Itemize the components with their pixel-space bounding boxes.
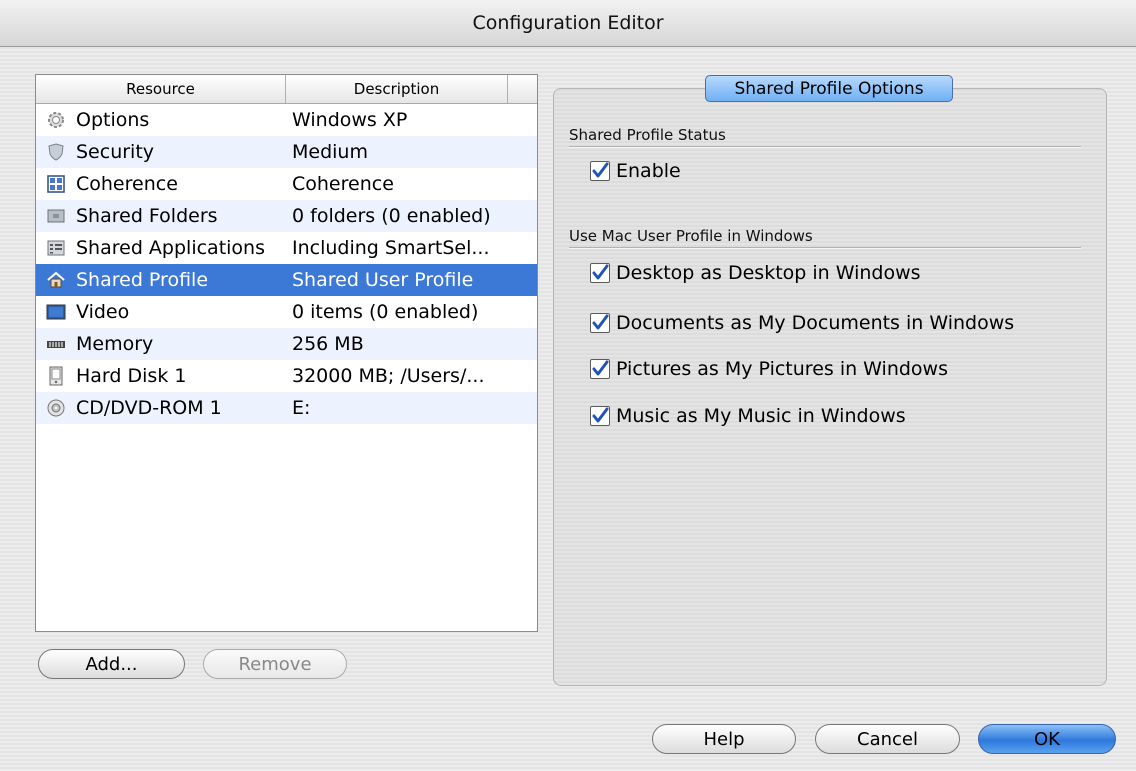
table-row-shared-folders[interactable]: Shared Folders 0 folders (0 enabled) <box>36 200 537 232</box>
row-resource-cell: Shared Profile <box>36 269 286 291</box>
row-resource-cell: Video <box>36 301 286 323</box>
table-body: Options Windows XP Security Medium Coher… <box>36 104 537 424</box>
row-description: 256 MB <box>292 333 364 355</box>
checkmark-icon <box>590 161 610 181</box>
row-resource-cell: CD/DVD-ROM 1 <box>36 397 286 419</box>
table-row-shared-profile[interactable]: Shared Profile Shared User Profile <box>36 264 537 296</box>
checkmark-icon <box>590 406 610 426</box>
documents-label: Documents as My Documents in Windows <box>616 312 1015 334</box>
row-resource-cell: Shared Applications <box>36 237 286 259</box>
row-resource-label: Shared Profile <box>76 269 209 291</box>
column-header-resource[interactable]: Resource <box>36 75 286 103</box>
table-row-shared-applications[interactable]: Shared Applications Including SmartSel..… <box>36 232 537 264</box>
row-description: E: <box>292 397 311 419</box>
row-resource-cell: Shared Folders <box>36 205 286 227</box>
hard-disk-icon <box>46 366 66 386</box>
table-row-options[interactable]: Options Windows XP <box>36 104 537 136</box>
row-description: Windows XP <box>292 109 408 131</box>
table-row-coherence[interactable]: Coherence Coherence <box>36 168 537 200</box>
desktop-checkbox[interactable]: Desktop as Desktop in Windows <box>590 262 921 284</box>
column-header-description[interactable]: Description <box>286 75 508 103</box>
row-description: Shared User Profile <box>292 269 474 291</box>
row-description: 32000 MB; /Users/... <box>292 365 485 387</box>
help-button[interactable]: Help <box>652 724 796 754</box>
row-resource-label: Memory <box>76 333 154 355</box>
cancel-button[interactable]: Cancel <box>815 724 960 754</box>
row-resource-cell: Coherence <box>36 173 286 195</box>
row-description: Coherence <box>292 173 394 195</box>
shield-icon <box>46 142 66 162</box>
table-row-memory[interactable]: Memory 256 MB <box>36 328 537 360</box>
row-description: Including SmartSel... <box>292 237 490 259</box>
row-resource-label: Video <box>76 301 130 323</box>
row-resource-cell: Memory <box>36 333 286 355</box>
music-label: Music as My Music in Windows <box>616 405 906 427</box>
monitor-icon <box>46 302 66 322</box>
status-separator <box>569 146 1081 148</box>
row-resource-label: Coherence <box>76 173 178 195</box>
music-checkbox[interactable]: Music as My Music in Windows <box>590 405 906 427</box>
documents-checkbox[interactable]: Documents as My Documents in Windows <box>590 312 1014 334</box>
column-header-spacer <box>508 75 537 103</box>
row-resource-cell: Security <box>36 141 286 163</box>
profile-section-label: Use Mac User Profile in Windows <box>569 227 813 245</box>
row-description: 0 items (0 enabled) <box>292 301 479 323</box>
memory-icon <box>46 334 66 354</box>
table-row-cd-dvd-rom[interactable]: CD/DVD-ROM 1 E: <box>36 392 537 424</box>
row-resource-cell: Hard Disk 1 <box>36 365 286 387</box>
window-title-bar: Configuration Editor <box>0 0 1136 47</box>
row-description: 0 folders (0 enabled) <box>292 205 491 227</box>
resource-table[interactable]: Resource Description Options Windows XP … <box>35 74 538 632</box>
row-resource-label: Hard Disk 1 <box>76 365 187 387</box>
row-resource-label: Options <box>76 109 150 131</box>
table-row-video[interactable]: Video 0 items (0 enabled) <box>36 296 537 328</box>
row-resource-label: CD/DVD-ROM 1 <box>76 397 222 419</box>
row-resource-label: Security <box>76 141 155 163</box>
checkmark-icon <box>590 263 610 283</box>
home-icon <box>46 270 66 290</box>
applications-icon <box>46 238 66 258</box>
table-row-hard-disk[interactable]: Hard Disk 1 32000 MB; /Users/... <box>36 360 537 392</box>
row-resource-cell: Options <box>36 109 286 131</box>
folder-icon <box>46 206 66 226</box>
gear-icon <box>46 110 66 130</box>
coherence-icon <box>46 174 66 194</box>
checkmark-icon <box>590 313 610 333</box>
checkmark-icon <box>590 359 610 379</box>
row-resource-label: Shared Folders <box>76 205 218 227</box>
add-button[interactable]: Add... <box>38 649 185 679</box>
table-row-security[interactable]: Security Medium <box>36 136 537 168</box>
remove-button[interactable]: Remove <box>203 649 347 679</box>
shared-profile-status-label: Shared Profile Status <box>569 126 726 144</box>
cd-icon <box>46 398 66 418</box>
window-title: Configuration Editor <box>472 12 664 34</box>
profile-separator <box>569 247 1081 249</box>
enable-label: Enable <box>616 160 681 182</box>
shared-profile-options-tab[interactable]: Shared Profile Options <box>705 75 953 102</box>
enable-checkbox[interactable]: Enable <box>590 160 681 182</box>
row-description: Medium <box>292 141 368 163</box>
pictures-label: Pictures as My Pictures in Windows <box>616 358 948 380</box>
table-header: Resource Description <box>36 75 537 104</box>
ok-button[interactable]: OK <box>978 724 1116 754</box>
pictures-checkbox[interactable]: Pictures as My Pictures in Windows <box>590 358 948 380</box>
row-resource-label: Shared Applications <box>76 237 265 259</box>
desktop-label: Desktop as Desktop in Windows <box>616 262 921 284</box>
